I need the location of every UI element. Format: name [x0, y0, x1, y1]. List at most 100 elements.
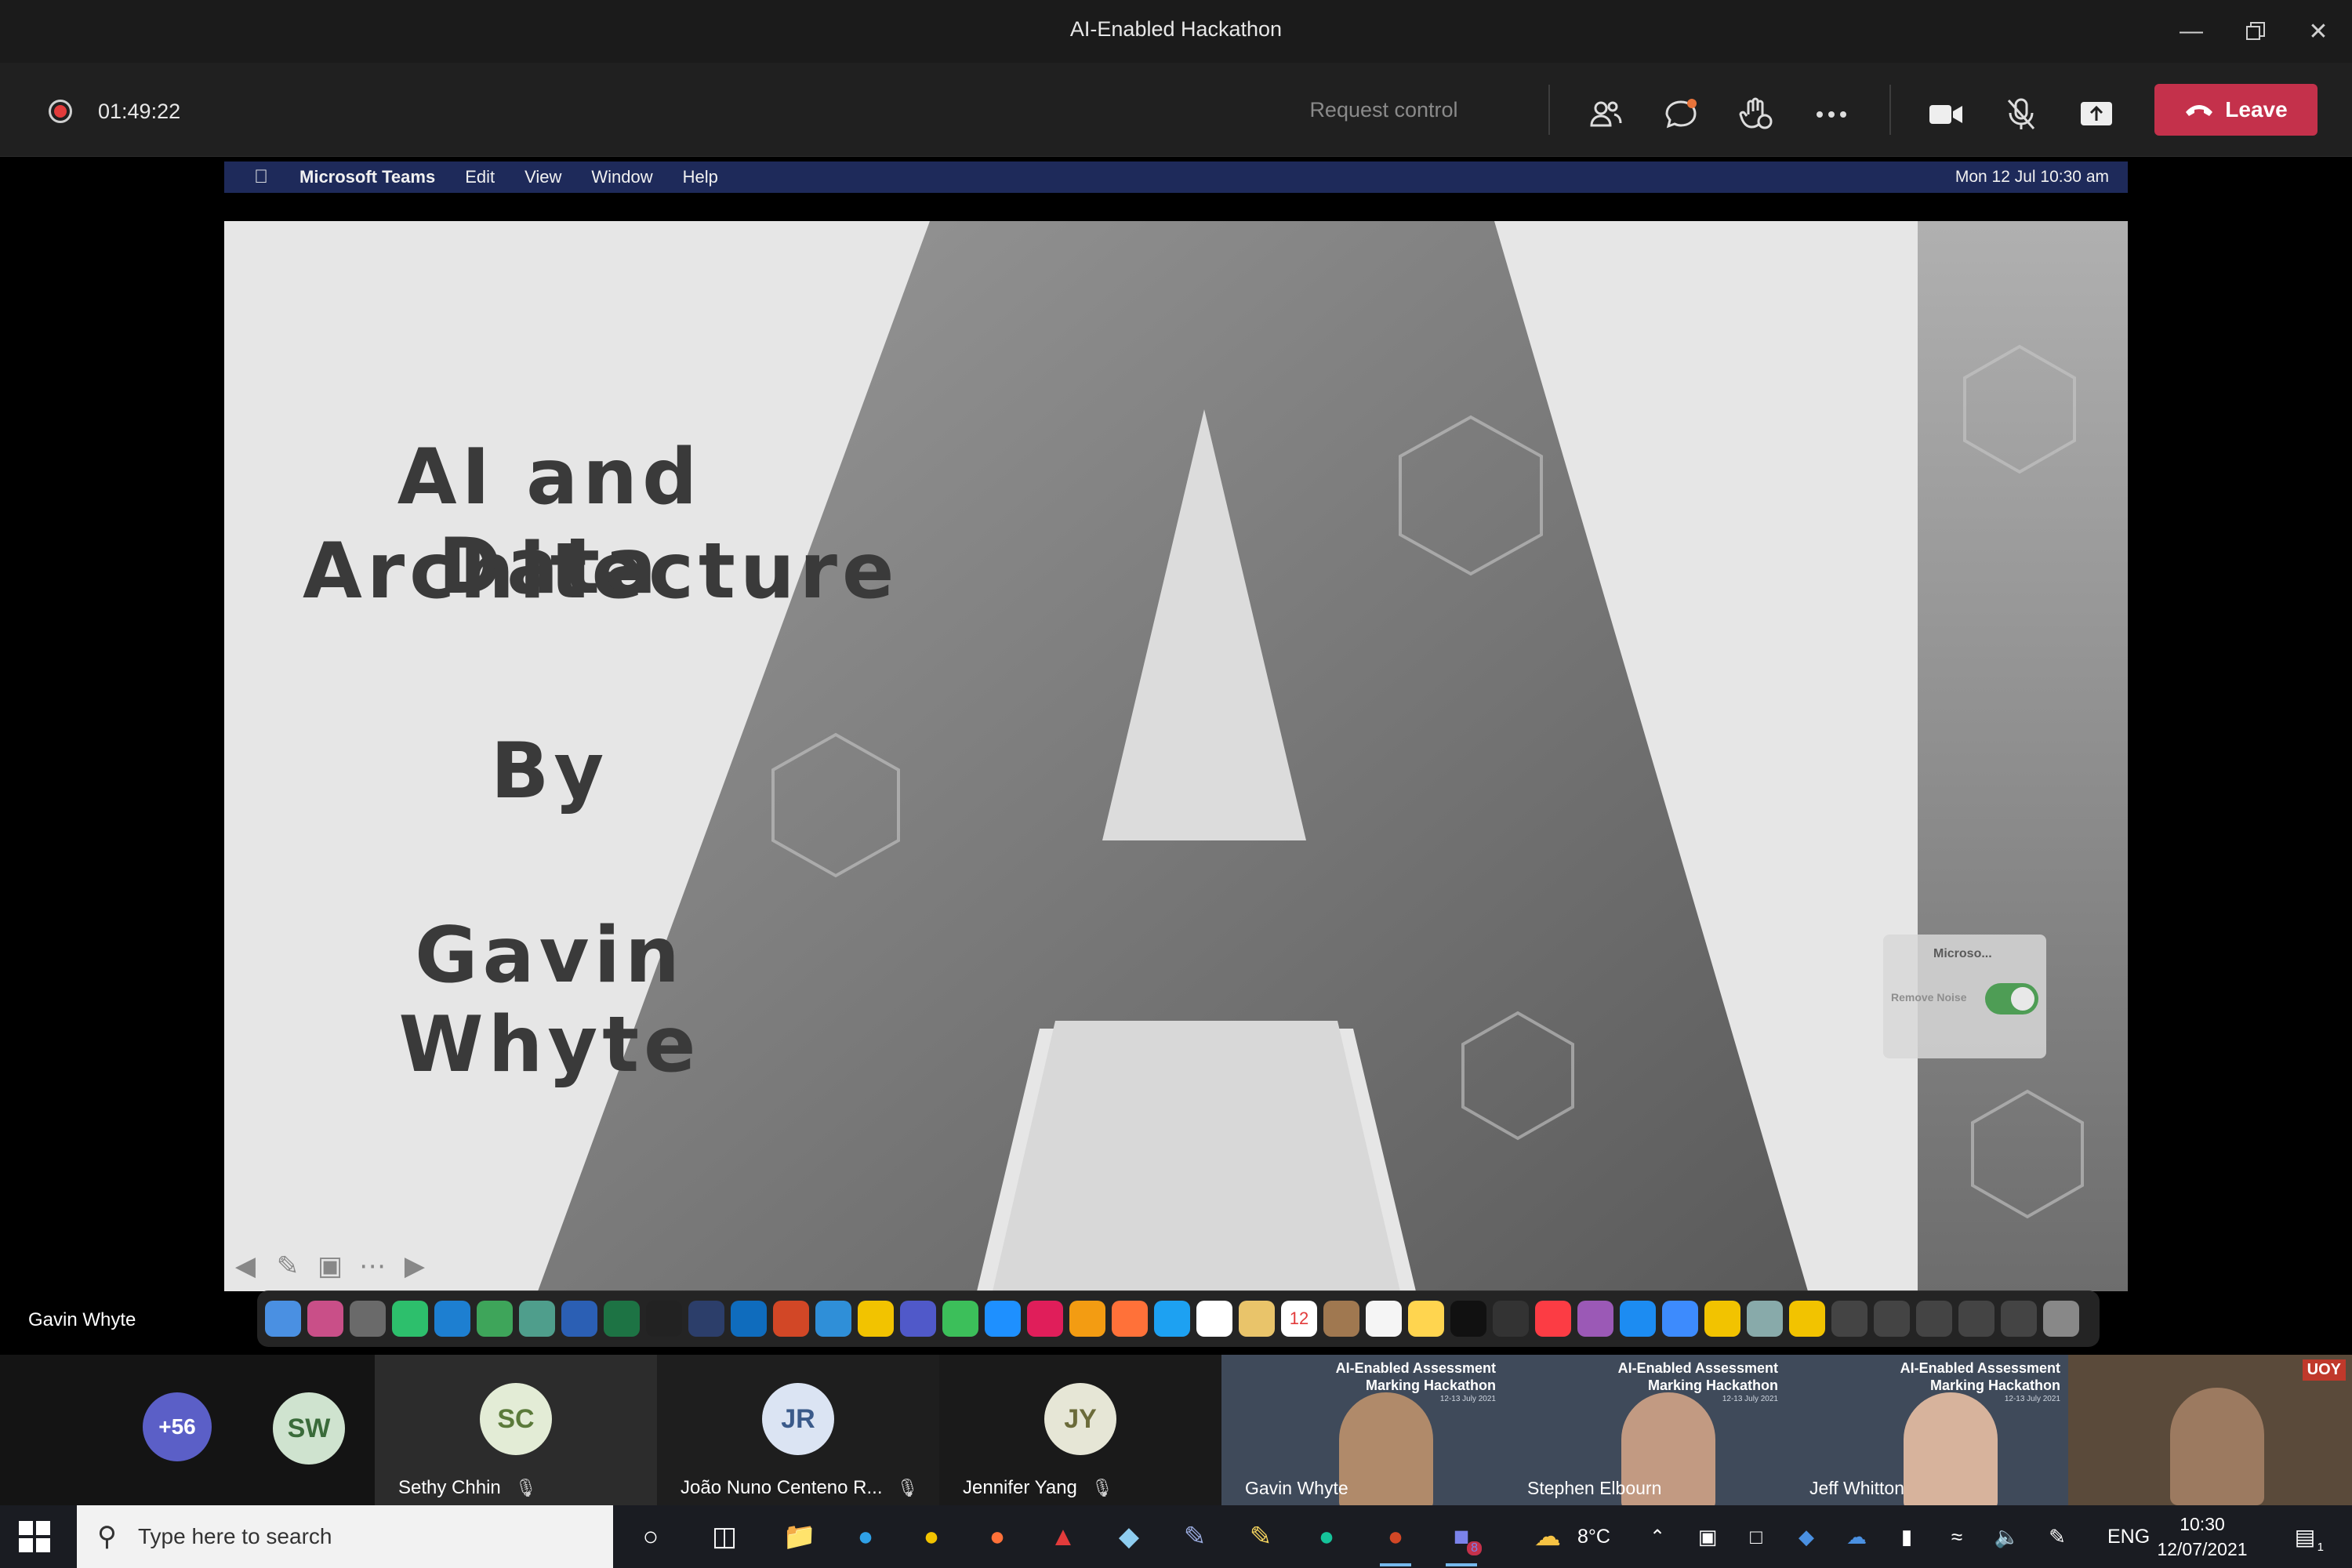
file-explorer-icon[interactable]: 📁: [778, 1516, 822, 1557]
request-control-button[interactable]: Request control: [1278, 98, 1490, 126]
window-thumbnail-icon[interactable]: [1831, 1301, 1867, 1337]
apple-icon[interactable]: : [254, 166, 268, 188]
firefox-icon[interactable]: [1112, 1301, 1148, 1337]
app-icon[interactable]: [1323, 1301, 1359, 1337]
mic-muted-icon[interactable]: [1998, 93, 2045, 136]
dropbox-icon[interactable]: ◆: [1784, 1516, 1828, 1557]
participant-tile[interactable]: JR João Nuno Centeno R... 🎙: [657, 1355, 939, 1505]
safari-icon[interactable]: [985, 1301, 1021, 1337]
more-options-icon[interactable]: [1808, 93, 1855, 136]
close-icon[interactable]: ✕: [2291, 11, 2346, 52]
participant-video[interactable]: AI-Enabled Assessment Marking Hackathon 12…: [1504, 1355, 1786, 1505]
app-icon[interactable]: ✎: [1239, 1516, 1283, 1557]
mac-menu-app[interactable]: Microsoft Teams: [299, 167, 435, 187]
mac-menu-view[interactable]: View: [524, 167, 561, 187]
reminders-icon[interactable]: [1366, 1301, 1402, 1337]
pen-workspace-icon[interactable]: ✎: [2035, 1516, 2079, 1557]
powerpoint-icon[interactable]: ●: [1374, 1516, 1417, 1566]
edge-icon[interactable]: ●: [844, 1516, 887, 1557]
goland-icon[interactable]: [350, 1301, 386, 1337]
taskbar-search-box[interactable]: ⚲ Type here to search: [77, 1505, 613, 1568]
language-indicator[interactable]: ENG: [2107, 1526, 2150, 1548]
participant-tile[interactable]: +56: [0, 1355, 248, 1505]
participant-video[interactable]: AI-Enabled Assessment Marking Hackathon 12…: [1786, 1355, 2068, 1505]
pen-icon[interactable]: ✎: [270, 1248, 306, 1284]
participant-tile[interactable]: JY Jennifer Yang 🎙: [939, 1355, 1221, 1505]
podcasts-icon[interactable]: [1577, 1301, 1613, 1337]
window-thumbnail-icon[interactable]: [1874, 1301, 1910, 1337]
restore-icon[interactable]: [2228, 11, 2283, 52]
onedrive-icon[interactable]: ☁: [1835, 1516, 1878, 1557]
launchpad-icon[interactable]: [307, 1301, 343, 1337]
outlook-icon[interactable]: [731, 1301, 767, 1337]
weather-icon[interactable]: ☁: [1526, 1516, 1570, 1557]
twitter-icon[interactable]: [1154, 1301, 1190, 1337]
messages-icon[interactable]: [942, 1301, 978, 1337]
participant-tile[interactable]: SW: [248, 1355, 373, 1505]
window-thumbnail-icon[interactable]: [1916, 1301, 1952, 1337]
participant-tile[interactable]: SC Sethy Chhin 🎙: [375, 1355, 657, 1505]
pycharm-icon[interactable]: [392, 1301, 428, 1337]
grammarly-icon[interactable]: ●: [1305, 1516, 1348, 1557]
calendar-icon[interactable]: 12: [1281, 1301, 1317, 1337]
chrome-icon[interactable]: [858, 1301, 894, 1337]
app-icon[interactable]: [477, 1301, 513, 1337]
app-icon[interactable]: ◆: [1107, 1516, 1151, 1557]
meet-now-icon[interactable]: ▣: [1686, 1516, 1730, 1557]
window-thumbnail-icon[interactable]: [2001, 1301, 2037, 1337]
firefox-icon[interactable]: ●: [975, 1516, 1019, 1557]
app-icon[interactable]: [1196, 1301, 1232, 1337]
photos-icon[interactable]: [1239, 1301, 1275, 1337]
subtitles-icon[interactable]: ▣: [312, 1248, 348, 1284]
slide-more-icon[interactable]: ⋯: [354, 1248, 390, 1284]
show-hidden-icons-icon[interactable]: ⌃: [1635, 1516, 1679, 1557]
share-screen-icon[interactable]: [2073, 93, 2120, 136]
slack-icon[interactable]: [1027, 1301, 1063, 1337]
vscode-icon[interactable]: [434, 1301, 470, 1337]
participant-video[interactable]: AI-Enabled Assessment Marking Hackathon 12…: [1221, 1355, 1504, 1505]
teams-icon[interactable]: [900, 1301, 936, 1337]
mac-menu-help[interactable]: Help: [683, 167, 718, 187]
finder-icon[interactable]: [265, 1301, 301, 1337]
reactions-icon[interactable]: [1733, 93, 1780, 136]
acrobat-icon[interactable]: ▲: [1041, 1516, 1085, 1557]
tv-icon[interactable]: [1450, 1301, 1486, 1337]
leave-button[interactable]: Leave: [2154, 84, 2318, 136]
notes-icon[interactable]: [1408, 1301, 1444, 1337]
app-icon[interactable]: ✎: [1173, 1516, 1217, 1557]
notification-center-icon[interactable]: ▤ 1: [2283, 1516, 2327, 1557]
chrome-icon[interactable]: [1789, 1301, 1825, 1337]
taskbar-clock[interactable]: 10:30 12/07/2021: [2151, 1512, 2253, 1562]
app-icon[interactable]: [688, 1301, 724, 1337]
app-icon[interactable]: [519, 1301, 555, 1337]
cortana-icon[interactable]: ○: [629, 1516, 673, 1557]
battery-icon[interactable]: ▮: [1885, 1516, 1929, 1557]
window-thumbnail-icon[interactable]: [1958, 1301, 1994, 1337]
mac-menu-window[interactable]: Window: [591, 167, 652, 187]
volume-icon[interactable]: 🔈: [1985, 1516, 2029, 1557]
remove-noise-toggle[interactable]: [1985, 983, 2038, 1014]
app-store-icon[interactable]: [1620, 1301, 1656, 1337]
music-icon[interactable]: [1535, 1301, 1571, 1337]
teams-icon[interactable]: ■ 8: [1439, 1516, 1483, 1566]
participants-icon[interactable]: [1582, 93, 1629, 136]
excel-icon[interactable]: [604, 1301, 640, 1337]
camera-icon[interactable]: [1922, 93, 1969, 136]
participant-video[interactable]: UOY: [2068, 1355, 2352, 1505]
previous-slide-icon[interactable]: ◀: [227, 1248, 263, 1284]
chrome-icon[interactable]: ●: [909, 1516, 953, 1557]
task-view-icon[interactable]: ◫: [702, 1516, 746, 1557]
overflow-count[interactable]: +56: [143, 1392, 212, 1461]
app-icon[interactable]: [1069, 1301, 1105, 1337]
weather-temp[interactable]: 8°C: [1577, 1526, 1610, 1548]
app-icon[interactable]: [1747, 1301, 1783, 1337]
screen-icon[interactable]: □: [1734, 1516, 1778, 1557]
trash-icon[interactable]: [2043, 1301, 2079, 1337]
mac-menu-edit[interactable]: Edit: [465, 167, 495, 187]
docker-icon[interactable]: [815, 1301, 851, 1337]
powerpoint-icon[interactable]: [773, 1301, 809, 1337]
next-slide-icon[interactable]: ▶: [397, 1248, 433, 1284]
chrome-icon[interactable]: [1704, 1301, 1740, 1337]
windows-start-icon[interactable]: [19, 1521, 50, 1552]
mail-icon[interactable]: [1662, 1301, 1698, 1337]
